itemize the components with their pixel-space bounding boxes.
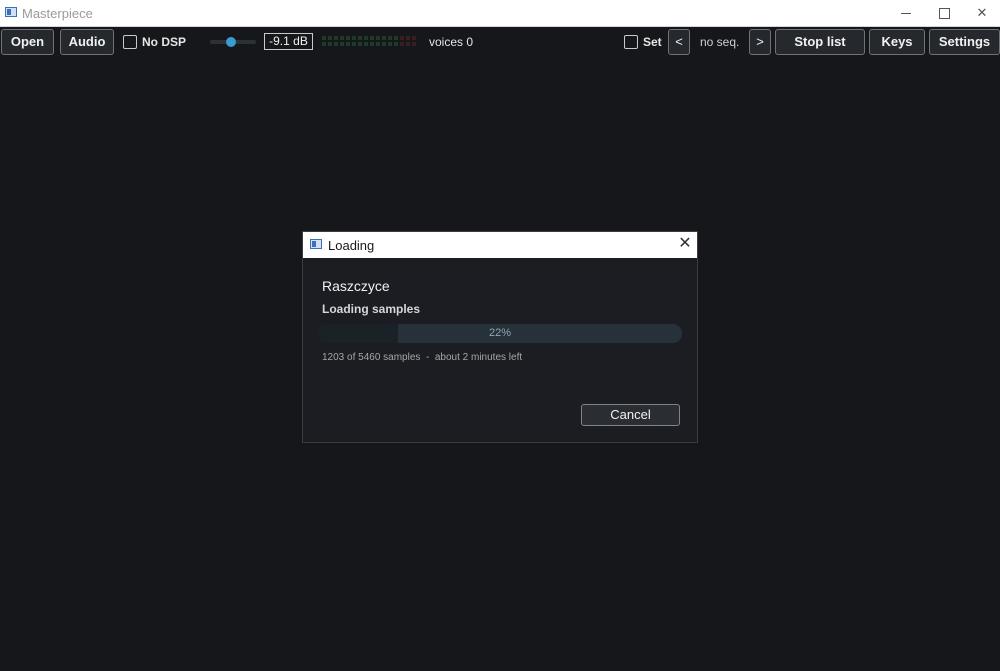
- app-icon: [5, 7, 17, 17]
- voices-count: voices 0: [429, 35, 474, 49]
- meter-cell: [394, 42, 398, 46]
- set-label: Set: [643, 35, 662, 49]
- close-icon[interactable]: ✕: [962, 0, 1000, 26]
- meter-cell: [400, 42, 404, 46]
- meter-cell: [358, 42, 362, 46]
- meter-cell: [406, 36, 410, 40]
- dialog-titlebar: Loading ✕: [303, 232, 697, 258]
- meter-cell: [376, 42, 380, 46]
- volume-slider-thumb[interactable]: [225, 37, 236, 47]
- app-icon: [310, 239, 322, 249]
- close-icon[interactable]: ✕: [677, 235, 693, 253]
- toolbar: Open Audio No DSP -9.1 dB voices 0 Set <…: [0, 27, 1000, 57]
- meter-cell: [406, 42, 410, 46]
- meter-cell: [400, 36, 404, 40]
- loading-dialog: Loading ✕ Raszczyce Loading samples 22% …: [302, 231, 698, 443]
- keys-button[interactable]: Keys: [869, 29, 925, 55]
- meter-cell: [322, 42, 326, 46]
- window-title: Masterpiece: [22, 6, 93, 21]
- minimize-icon[interactable]: [886, 0, 926, 26]
- progress-detail: 1203 of 5460 samples - about 2 minutes l…: [322, 352, 523, 363]
- stop-list-button[interactable]: Stop list: [775, 29, 865, 55]
- settings-button[interactable]: Settings: [929, 29, 1000, 55]
- prev-seq-button[interactable]: <: [668, 29, 690, 55]
- meter-cell: [364, 42, 368, 46]
- meter-cell: [370, 36, 374, 40]
- meter-cell: [328, 42, 332, 46]
- window-titlebar: Masterpiece ✕: [0, 0, 1000, 27]
- loading-status: Loading samples: [322, 302, 421, 316]
- meter-cell: [388, 36, 392, 40]
- meter-cell: [322, 36, 326, 40]
- progress-bar: 22%: [318, 324, 682, 343]
- next-seq-button[interactable]: >: [749, 29, 771, 55]
- meter-cell: [352, 42, 356, 46]
- maximize-icon[interactable]: [924, 0, 964, 26]
- meter-cell: [346, 42, 350, 46]
- meter-cell: [394, 36, 398, 40]
- meter-cell: [376, 36, 380, 40]
- meter-cell: [388, 42, 392, 46]
- progress-percent: 22%: [488, 327, 512, 339]
- meter-cell: [382, 42, 386, 46]
- cancel-button[interactable]: Cancel: [581, 404, 680, 426]
- meter-cell: [340, 42, 344, 46]
- audio-button[interactable]: Audio: [60, 29, 114, 55]
- meter-cell: [328, 36, 332, 40]
- meter-cell: [412, 42, 416, 46]
- meter-cell: [370, 42, 374, 46]
- sequence-label: no seq.: [700, 35, 740, 49]
- volume-db-readout: -9.1 dB: [264, 33, 313, 50]
- meter-cell: [412, 36, 416, 40]
- meter-cell: [382, 36, 386, 40]
- meter-cell: [334, 42, 338, 46]
- open-button[interactable]: Open: [1, 29, 54, 55]
- meter-cell: [352, 36, 356, 40]
- set-checkbox[interactable]: [624, 35, 638, 49]
- no-dsp-label: No DSP: [142, 35, 187, 49]
- dialog-title: Loading: [328, 238, 375, 253]
- no-dsp-checkbox[interactable]: [123, 35, 137, 49]
- meter-cell: [358, 36, 362, 40]
- level-meter: [322, 36, 416, 48]
- meter-cell: [334, 36, 338, 40]
- meter-cell: [364, 36, 368, 40]
- meter-cell: [346, 36, 350, 40]
- organ-name: Raszczyce: [322, 278, 390, 294]
- meter-cell: [340, 36, 344, 40]
